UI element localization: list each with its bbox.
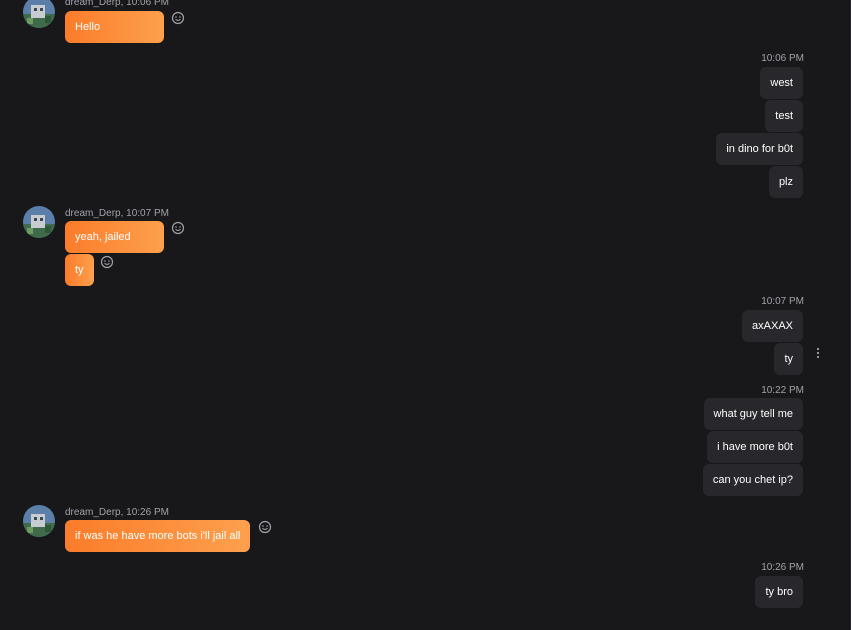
message-meta: dream_Derp, 10:26 PM — [65, 507, 169, 518]
outgoing-message-bubble[interactable]: can you chet ip? — [702, 464, 803, 496]
avatar[interactable] — [23, 0, 55, 28]
smiley-icon[interactable] — [258, 520, 272, 534]
message-meta: 10:06 PM — [761, 53, 804, 64]
outgoing-message-bubble[interactable]: ty bro — [755, 576, 803, 608]
message-meta: 10:07 PM — [761, 296, 804, 307]
outgoing-message-bubble[interactable]: ty — [774, 343, 803, 375]
smiley-icon[interactable] — [100, 255, 114, 269]
outgoing-message-bubble[interactable]: axAXAX — [742, 310, 803, 342]
message-meta: dream_Derp, 10:06 PM — [65, 0, 169, 8]
incoming-message-bubble[interactable]: yeah, jailed — [65, 221, 164, 253]
message-meta: 10:22 PM — [761, 385, 804, 396]
smiley-icon[interactable] — [171, 221, 185, 235]
outgoing-message-bubble[interactable]: plz — [768, 166, 803, 198]
outgoing-message-bubble[interactable]: in dino for b0t — [716, 133, 803, 165]
vertical-dots-icon[interactable] — [813, 346, 823, 360]
incoming-message-bubble[interactable]: ty — [65, 254, 94, 286]
avatar[interactable] — [23, 206, 55, 238]
outgoing-message-bubble[interactable]: test — [765, 100, 803, 132]
message-meta: dream_Derp, 10:07 PM — [65, 208, 169, 219]
avatar[interactable] — [23, 505, 55, 537]
outgoing-message-bubble[interactable]: west — [760, 67, 803, 99]
outgoing-message-bubble[interactable]: i have more b0t — [707, 431, 803, 463]
outgoing-message-bubble[interactable]: what guy tell me — [703, 398, 803, 430]
incoming-message-bubble[interactable]: Hello — [65, 11, 164, 43]
smiley-icon[interactable] — [171, 11, 185, 25]
message-meta: 10:26 PM — [761, 562, 804, 573]
incoming-message-bubble[interactable]: if was he have more bots i'll jail all — [65, 520, 251, 552]
chat-thread: dream_Derp, 10:06 PM Hello 10:06 PM west… — [0, 0, 851, 630]
